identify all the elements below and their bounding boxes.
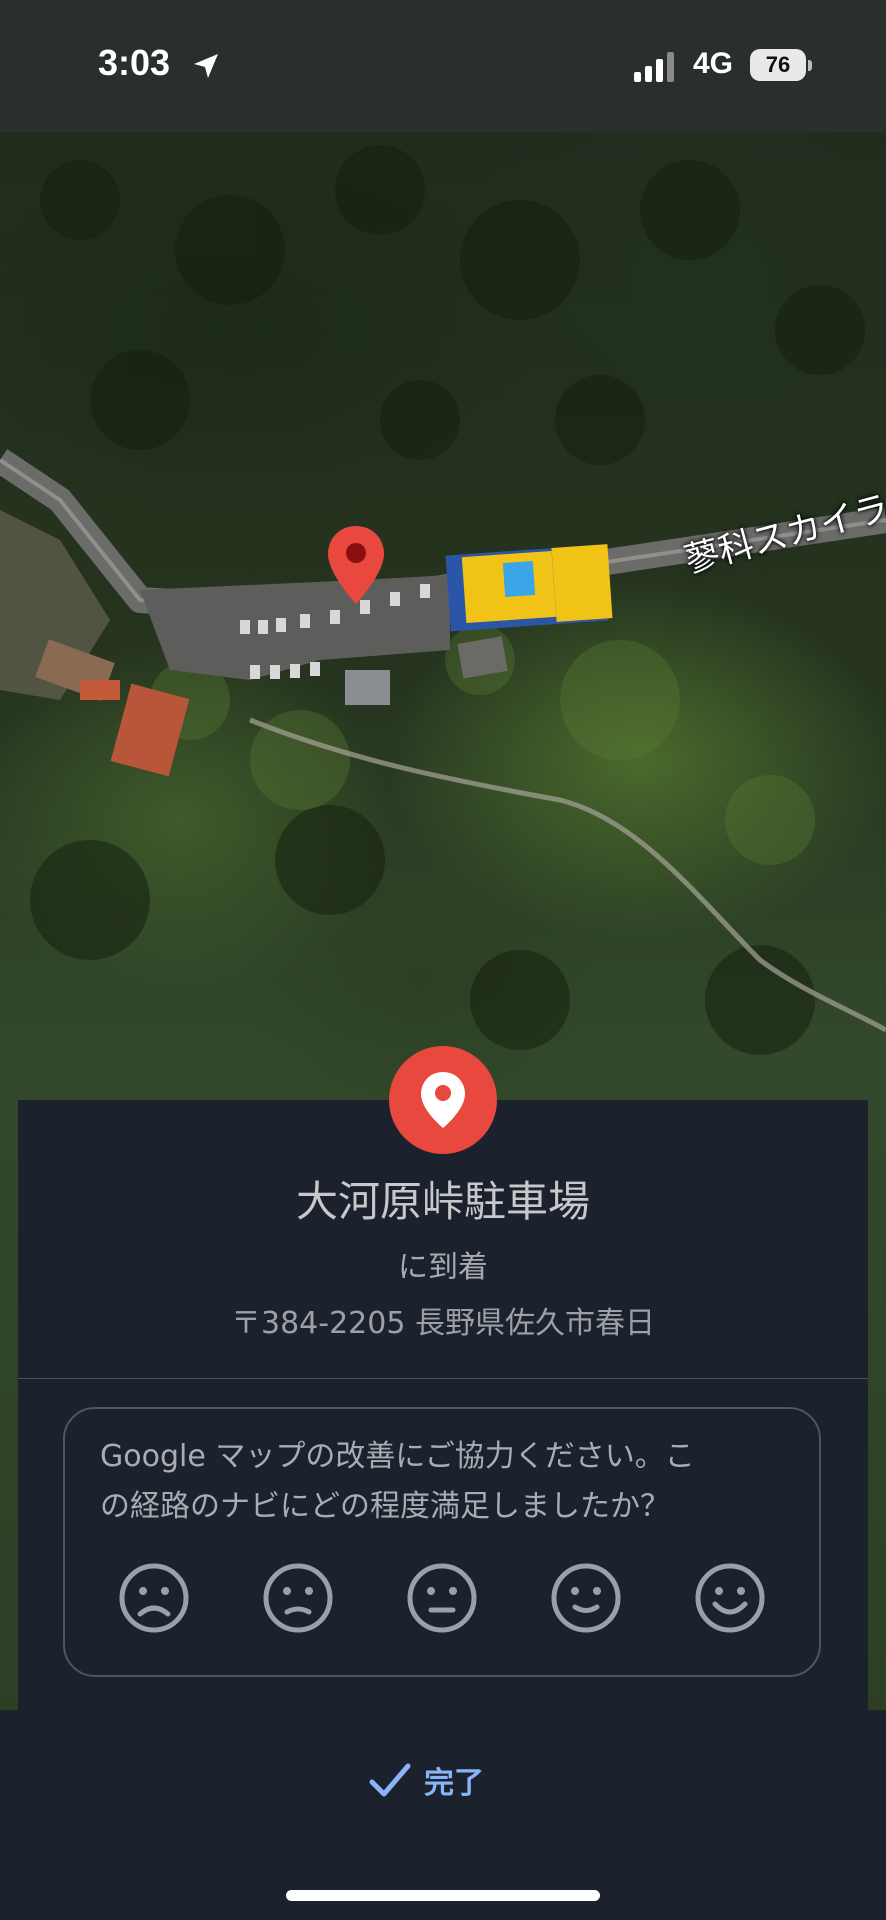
destination-address: 〒384-2205 長野県佐久市春日 — [231, 1306, 655, 1341]
status-time: 3:03 — [98, 42, 171, 83]
feedback-prompt: Google マップの改善にご協力ください。こ の経路のナビにどの程度満足しまし… — [100, 1432, 790, 1532]
destination-name: 大河原峠駐車場 — [295, 1177, 590, 1226]
feedback-prompt-line2: の経路のナビにどの程度満足しましたか？ — [100, 1489, 670, 1524]
very-satisfied-icon[interactable] — [694, 1562, 766, 1634]
satisfied-icon[interactable] — [550, 1562, 622, 1634]
cellular-signal-icon — [634, 52, 674, 82]
very-dissatisfied-icon[interactable] — [118, 1562, 190, 1634]
network-type: 4G — [693, 47, 734, 80]
home-indicator[interactable] — [286, 1890, 600, 1901]
bottom-bar — [0, 1710, 886, 1920]
dissatisfied-icon[interactable] — [262, 1562, 334, 1634]
battery-tip — [808, 60, 812, 71]
neutral-icon[interactable] — [406, 1562, 478, 1634]
battery-icon: 76 — [750, 49, 806, 81]
map-pin-icon[interactable] — [326, 524, 386, 606]
place-pin-icon — [421, 1072, 465, 1128]
done-label: 完了 — [424, 1766, 484, 1801]
battery-level: 76 — [765, 52, 791, 77]
feedback-prompt-line1: Google マップの改善にご協力ください。こ — [100, 1439, 695, 1474]
done-button[interactable]: 完了 — [368, 1750, 518, 1810]
arrived-label: に到着 — [398, 1250, 488, 1285]
divider — [18, 1378, 868, 1379]
location-arrow-icon — [194, 54, 218, 78]
check-icon — [369, 1763, 411, 1797]
place-badge — [389, 1046, 497, 1154]
